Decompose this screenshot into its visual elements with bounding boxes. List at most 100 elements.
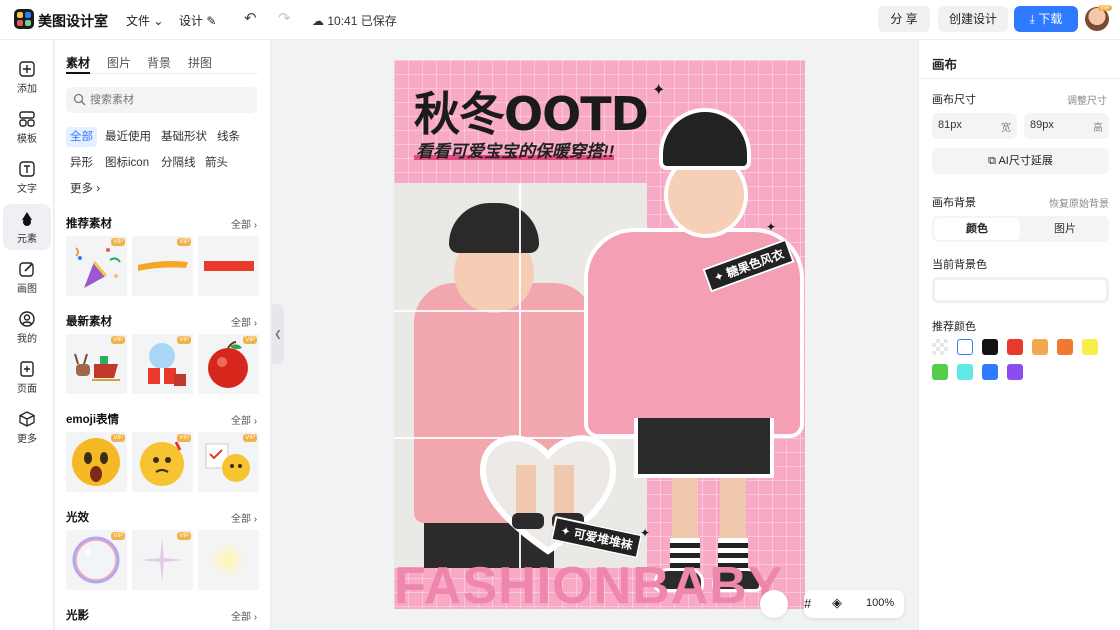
material-emoji-thinking[interactable]: VIP: [132, 432, 193, 492]
color-swatch[interactable]: [982, 339, 998, 355]
rail-label: 页面: [17, 384, 37, 395]
share-button[interactable]: 分 享: [878, 6, 930, 32]
restore-bg-link[interactable]: 恢复原始背景: [1049, 195, 1109, 210]
app-logo[interactable]: [14, 9, 34, 29]
section-all-link[interactable]: 全部 ›: [231, 412, 257, 427]
chip-dividers[interactable]: 分隔线: [157, 153, 200, 173]
download-label: 下载: [1038, 12, 1063, 26]
color-swatch[interactable]: [1007, 339, 1023, 355]
material-yellow-brush[interactable]: VIP: [132, 236, 193, 296]
material-bubble[interactable]: VIP: [66, 530, 127, 590]
chevron-down-icon: ⌄: [153, 14, 164, 28]
vip-badge: VIP: [111, 434, 125, 442]
rail-item-pages[interactable]: 页面: [3, 354, 51, 400]
color-swatch[interactable]: [957, 339, 973, 355]
chip-icons[interactable]: 图标icon: [101, 153, 153, 173]
rail-item-draw[interactable]: 画图: [3, 254, 51, 300]
current-bg-color-field[interactable]: [932, 277, 1109, 303]
chip-all[interactable]: 全部: [66, 127, 97, 147]
rail-item-text[interactable]: 文字: [3, 154, 51, 200]
section-all-link[interactable]: 全部 ›: [231, 216, 257, 231]
redo-icon[interactable]: ↷: [278, 9, 291, 27]
height-field[interactable]: 89px 高: [1024, 113, 1109, 139]
grid-icon[interactable]: #: [804, 596, 811, 611]
poster-canvas[interactable]: 秋冬OOTD ✦ 看看可爱宝宝的保暖穿搭!! ✦ 糖果色风衣 ✦ 可爱堆堆袜 ✦…: [394, 60, 805, 609]
design-menu[interactable]: 设计 ✎: [179, 12, 216, 29]
chip-more[interactable]: 更多 ›: [66, 179, 104, 199]
search-box[interactable]: [66, 87, 257, 113]
sparkle-icon: ✦: [640, 526, 651, 540]
height-value: 89px: [1030, 119, 1054, 131]
material-emoji-shocked[interactable]: VIP: [66, 432, 127, 492]
save-status: ☁ 10:41 已保存: [312, 12, 397, 29]
adjust-size-link[interactable]: 调整尺寸: [1067, 92, 1107, 107]
section-all-link[interactable]: 全部 ›: [231, 314, 257, 329]
material-snow-globe-gifts[interactable]: VIP: [132, 334, 193, 394]
material-emoji-checklist[interactable]: VIP: [198, 432, 259, 492]
rail-label: 我的: [17, 334, 37, 345]
color-swatch[interactable]: [982, 364, 998, 380]
ai-expand-button[interactable]: ⧉ AI尺寸延展: [932, 148, 1109, 174]
color-swatch[interactable]: [1082, 339, 1098, 355]
seg-image[interactable]: 图片: [1022, 218, 1108, 240]
chip-recent[interactable]: 最近使用: [101, 127, 155, 147]
rail-item-template[interactable]: 模板: [3, 104, 51, 150]
download-button[interactable]: ⤓ 下载: [1014, 6, 1078, 32]
chip-basic-shapes[interactable]: 基础形状: [157, 127, 211, 147]
rail-item-mine[interactable]: 我的: [3, 304, 51, 350]
vip-badge: VIP: [111, 532, 125, 540]
tab-background[interactable]: 背景: [147, 54, 171, 71]
material-reindeer-sleigh[interactable]: VIP: [66, 334, 127, 394]
rail-item-elements[interactable]: 元素: [3, 204, 51, 250]
color-swatch[interactable]: [1057, 339, 1073, 355]
tab-material[interactable]: 素材: [66, 54, 90, 71]
material-party-popper[interactable]: VIP: [66, 236, 127, 296]
color-swatch[interactable]: [932, 364, 948, 380]
material-red-apple[interactable]: VIP: [198, 334, 259, 394]
chip-irregular[interactable]: 异形: [66, 153, 97, 173]
chip-more-label: 更多: [70, 183, 93, 195]
color-swatch[interactable]: [932, 339, 948, 355]
text-icon: [19, 161, 35, 177]
undo-icon[interactable]: ↶: [244, 9, 257, 27]
cube-icon: [19, 411, 35, 427]
poster-watermark[interactable]: FASHIONBABY: [394, 556, 805, 609]
sparkle-icon: ✦: [766, 220, 777, 234]
width-field[interactable]: 81px 宽: [932, 113, 1017, 139]
chip-arrows[interactable]: 箭头: [201, 153, 232, 173]
bg-type-toggle: 颜色 图片: [932, 216, 1109, 242]
color-swatch[interactable]: [957, 364, 973, 380]
props-title: 画布: [932, 58, 958, 72]
zoom-level[interactable]: 100%: [866, 597, 894, 609]
tab-collage[interactable]: 拼图: [188, 54, 212, 71]
help-button[interactable]: [760, 590, 788, 618]
page-add-icon: [20, 361, 34, 377]
canvas-size-label: 画布尺寸: [932, 94, 976, 106]
zoom-toolbar: # ◈ 100%: [804, 590, 904, 618]
cloud-icon: ☁: [312, 14, 324, 28]
props-divider: [919, 78, 1120, 79]
rail-item-more[interactable]: 更多: [3, 404, 51, 450]
color-swatch[interactable]: [1032, 339, 1048, 355]
search-input[interactable]: [90, 91, 250, 109]
section-all-link[interactable]: 全部 ›: [231, 608, 257, 623]
seg-color[interactable]: 颜色: [934, 218, 1020, 240]
ai-expand-label: AI尺寸延展: [998, 155, 1053, 167]
material-glow[interactable]: [198, 530, 259, 590]
color-swatch[interactable]: [1007, 364, 1023, 380]
chevron-right-icon: ›: [253, 416, 258, 427]
save-status-text: 10:41 已保存: [327, 14, 397, 28]
create-design-button[interactable]: 创建设计: [938, 6, 1008, 32]
section-all-link[interactable]: 全部 ›: [231, 510, 257, 525]
chip-lines[interactable]: 线条: [213, 127, 244, 147]
layers-icon[interactable]: ◈: [832, 595, 842, 611]
tab-image[interactable]: 图片: [107, 54, 131, 71]
section-title-light-shadow: 光影: [66, 610, 89, 622]
rail-item-add[interactable]: 添加: [3, 54, 51, 100]
vip-badge: VIP: [177, 532, 191, 540]
current-bg-label: 当前背景色: [932, 259, 987, 271]
rail-label: 文字: [17, 184, 37, 195]
material-red-bar[interactable]: [198, 236, 259, 296]
material-sparkle-star[interactable]: VIP: [132, 530, 193, 590]
file-menu[interactable]: 文件 ⌄: [126, 12, 163, 29]
